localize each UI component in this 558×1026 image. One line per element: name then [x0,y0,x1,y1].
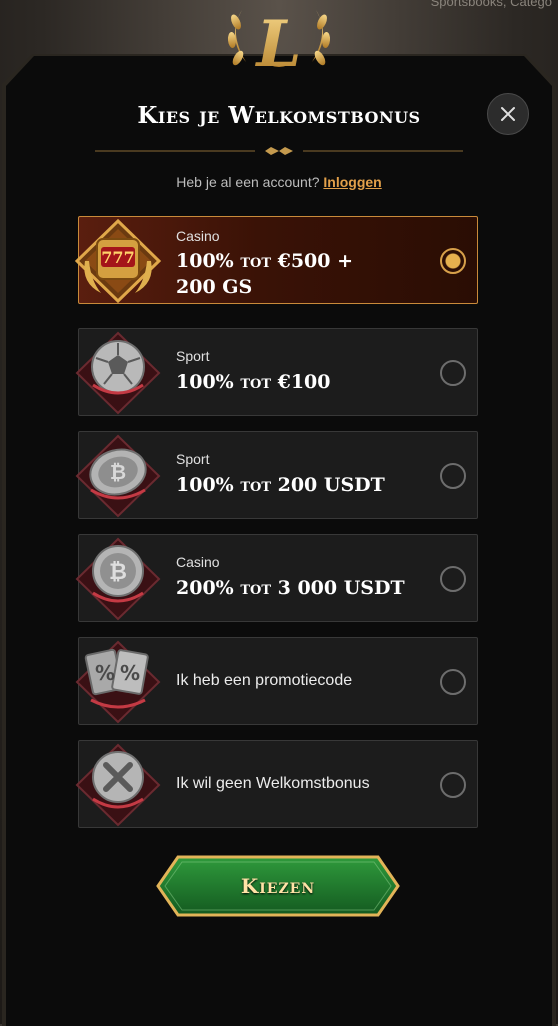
svg-text:₿: ₿ [109,560,127,585]
bonus-option-casino-usdt[interactable]: ₿ Casino 200% tot 3 000 USDT [75,534,478,622]
close-icon [501,107,515,121]
svg-text:₿: ₿ [110,460,126,484]
option-amount: 100% tot 200 USDT [176,474,385,496]
account-prompt-text: Heb je al een account? [176,174,320,190]
bitcoin-icon: ₿ [75,537,161,621]
percent-cards-icon: % % [75,640,161,724]
svg-text:777: 777 [101,248,134,267]
x-coin-icon [75,743,161,827]
soccer-ball-icon [75,331,161,415]
bonus-option-sport-100[interactable]: Sport 100% tot €100 [75,328,478,416]
option-radio[interactable] [440,248,466,274]
option-category: Casino [176,554,220,570]
logo-letter: L [255,7,302,82]
brand-logo-icon: L [227,7,331,82]
title-divider [95,147,463,155]
option-radio[interactable] [440,463,466,489]
svg-text:%: % [95,661,115,685]
option-category: Casino [176,228,220,244]
option-label: Ik wil geen Welkomstbonus [176,775,370,792]
option-amount-line1: 100% tot €500 + [176,250,354,272]
choose-button-label[interactable]: Kiezen [156,855,400,917]
option-amount-line2: 200 GS [176,276,253,298]
crypto-coin-icon: ₿ [75,434,161,518]
svg-text:%: % [120,661,140,685]
backdrop-text: Sportsbooks, Catego [430,0,552,9]
bonus-option-sport-usdt[interactable]: ₿ Sport 100% tot 200 USDT [75,431,478,519]
option-amount: 100% tot €100 [176,371,331,393]
slot-777-icon: 777 [74,218,162,304]
option-amount: 200% tot 3 000 USDT [176,577,405,599]
option-category: Sport [176,451,210,467]
option-radio[interactable] [440,669,466,695]
bonus-option-casino-500[interactable]: 777 Casino 100% tot €500 + 200 GS [74,216,478,304]
close-button[interactable] [487,93,529,135]
bonus-option-promo-code[interactable]: % % Ik heb een promotiecode [75,637,478,725]
option-radio[interactable] [440,360,466,386]
modal-title: Kies je Welkomstbonus [137,102,421,129]
option-label: Ik heb een promotiecode [176,672,353,689]
option-radio[interactable] [440,566,466,592]
login-link[interactable]: Inloggen [323,174,381,190]
option-category: Sport [176,348,210,364]
bonus-option-no-bonus[interactable]: Ik wil geen Welkomstbonus [75,740,478,828]
account-prompt-line: Heb je al een account? Inloggen [0,174,558,190]
option-amount: 100% tot €500 + 200 GS [176,248,353,300]
option-radio[interactable] [440,772,466,798]
